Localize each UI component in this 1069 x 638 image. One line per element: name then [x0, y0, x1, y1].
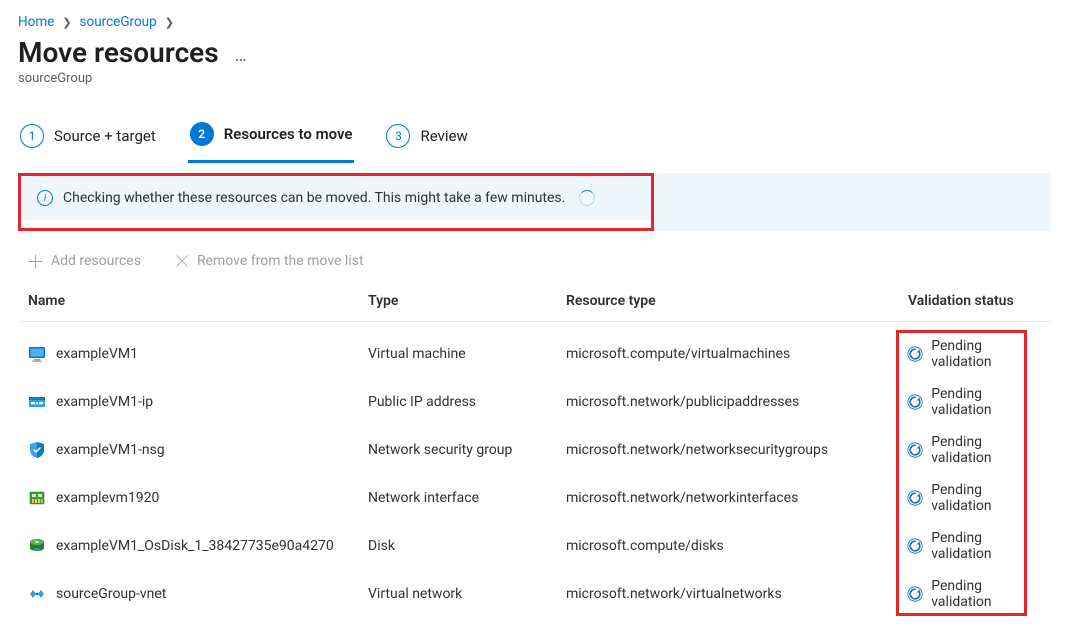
cell-resource-type: microsoft.network/networksecuritygroups [566, 442, 906, 458]
breadcrumb-home[interactable]: Home [18, 14, 54, 30]
table-row[interactable]: exampleVM1-nsg Network security groupmicr… [18, 426, 1051, 474]
cell-type: Public IP address [368, 394, 566, 410]
step-label: Resources to move [224, 125, 353, 143]
banner-background [654, 173, 1051, 231]
step-number: 2 [190, 122, 214, 146]
resource-name: exampleVM1_OsDisk_1_38427735e90a4270 [56, 538, 334, 554]
cell-name: exampleVM1-ip [28, 393, 368, 411]
validation-status-text: Pending validation [931, 386, 1041, 418]
cell-resource-type: microsoft.network/networkinterfaces [566, 490, 906, 506]
page-title: Move resources [18, 36, 219, 69]
cell-validation: Pending validation [906, 482, 1041, 514]
cell-validation: Pending validation [906, 578, 1041, 610]
validation-status-text: Pending validation [931, 482, 1041, 514]
cell-type: Disk [368, 538, 566, 554]
cell-name: exampleVM1_OsDisk_1_38427735e90a4270 [28, 537, 368, 555]
breadcrumb-group[interactable]: sourceGroup [80, 14, 157, 30]
resource-name: exampleVM1-nsg [56, 442, 165, 458]
close-icon [175, 254, 189, 268]
col-header-type[interactable]: Type [368, 293, 566, 309]
table-row[interactable]: examplevm1920 Network interfacemicrosoft.… [18, 474, 1051, 522]
cell-validation: Pending validation [906, 530, 1041, 562]
cell-validation: Pending validation [906, 338, 1041, 370]
remove-from-list-label: Remove from the move list [197, 253, 364, 269]
refresh-icon [906, 489, 923, 507]
cell-name: sourceGroup-vnet [28, 585, 368, 603]
nsg-icon [28, 441, 46, 459]
refresh-icon [906, 537, 923, 555]
refresh-icon [906, 345, 923, 363]
wizard-steps: 1 Source + target 2 Resources to move 3 … [18, 114, 1051, 163]
step-number: 3 [386, 124, 410, 148]
step-resources-to-move[interactable]: 2 Resources to move [188, 114, 355, 163]
nic-icon [28, 489, 46, 507]
validation-status-text: Pending validation [931, 578, 1041, 610]
banner-text: Checking whether these resources can be … [63, 190, 565, 206]
cell-name: examplevm1920 [28, 489, 368, 507]
step-review[interactable]: 3 Review [384, 116, 469, 162]
resource-name: sourceGroup-vnet [56, 586, 166, 602]
vm-icon [28, 345, 46, 363]
table-row[interactable]: exampleVM1_OsDisk_1_38427735e90a4270 Disk… [18, 522, 1051, 570]
resource-name: examplevm1920 [56, 490, 159, 506]
spinner-icon [579, 190, 595, 206]
cell-name: exampleVM1-nsg [28, 441, 368, 459]
cell-name: exampleVM1 [28, 345, 368, 363]
step-label: Review [420, 127, 467, 145]
info-banner: i Checking whether these resources can b… [21, 176, 651, 220]
col-header-name[interactable]: Name [28, 293, 368, 309]
cell-type: Virtual machine [368, 346, 566, 362]
refresh-icon [906, 393, 923, 411]
col-header-resource-type[interactable]: Resource type [566, 293, 906, 309]
page-subtitle: sourceGroup [18, 71, 1051, 86]
ip-icon [28, 393, 46, 411]
table-row[interactable]: sourceGroup-vnet Virtual networkmicrosoft… [18, 570, 1051, 618]
cell-type: Virtual network [368, 586, 566, 602]
info-icon: i [37, 190, 53, 206]
table-header: Name Type Resource type Validation statu… [18, 293, 1051, 322]
chevron-right-icon: ❯ [165, 16, 174, 29]
table-row[interactable]: exampleVM1-ip Public IP addressmicrosoft.… [18, 378, 1051, 426]
breadcrumb: Home ❯ sourceGroup ❯ [18, 14, 1051, 30]
col-header-validation[interactable]: Validation status [906, 293, 1041, 309]
remove-from-list-button[interactable]: Remove from the move list [175, 253, 364, 269]
add-resources-label: Add resources [51, 253, 141, 269]
step-number: 1 [20, 124, 44, 148]
resource-name: exampleVM1-ip [56, 394, 153, 410]
cell-type: Network security group [368, 442, 566, 458]
validation-status-text: Pending validation [931, 530, 1041, 562]
cell-validation: Pending validation [906, 386, 1041, 418]
validation-status-text: Pending validation [931, 338, 1041, 370]
cell-validation: Pending validation [906, 434, 1041, 466]
refresh-icon [906, 441, 923, 459]
highlight-box: i Checking whether these resources can b… [18, 173, 654, 231]
cell-resource-type: microsoft.compute/disks [566, 538, 906, 554]
more-actions-button[interactable]: … [235, 39, 249, 66]
plus-icon [28, 254, 43, 269]
resources-table: Name Type Resource type Validation statu… [18, 293, 1051, 618]
cell-type: Network interface [368, 490, 566, 506]
add-resources-button[interactable]: Add resources [28, 253, 141, 269]
refresh-icon [906, 585, 923, 603]
table-row[interactable]: exampleVM1 Virtual machinemicrosoft.compu… [18, 330, 1051, 378]
vnet-icon [28, 585, 46, 603]
chevron-right-icon: ❯ [62, 16, 71, 29]
step-source-target[interactable]: 1 Source + target [18, 116, 158, 162]
validation-status-text: Pending validation [931, 434, 1041, 466]
cell-resource-type: microsoft.compute/virtualmachines [566, 346, 906, 362]
cell-resource-type: microsoft.network/publicipaddresses [566, 394, 906, 410]
cell-resource-type: microsoft.network/virtualnetworks [566, 586, 906, 602]
disk-icon [28, 537, 46, 555]
resource-name: exampleVM1 [56, 346, 138, 362]
step-label: Source + target [54, 127, 156, 145]
